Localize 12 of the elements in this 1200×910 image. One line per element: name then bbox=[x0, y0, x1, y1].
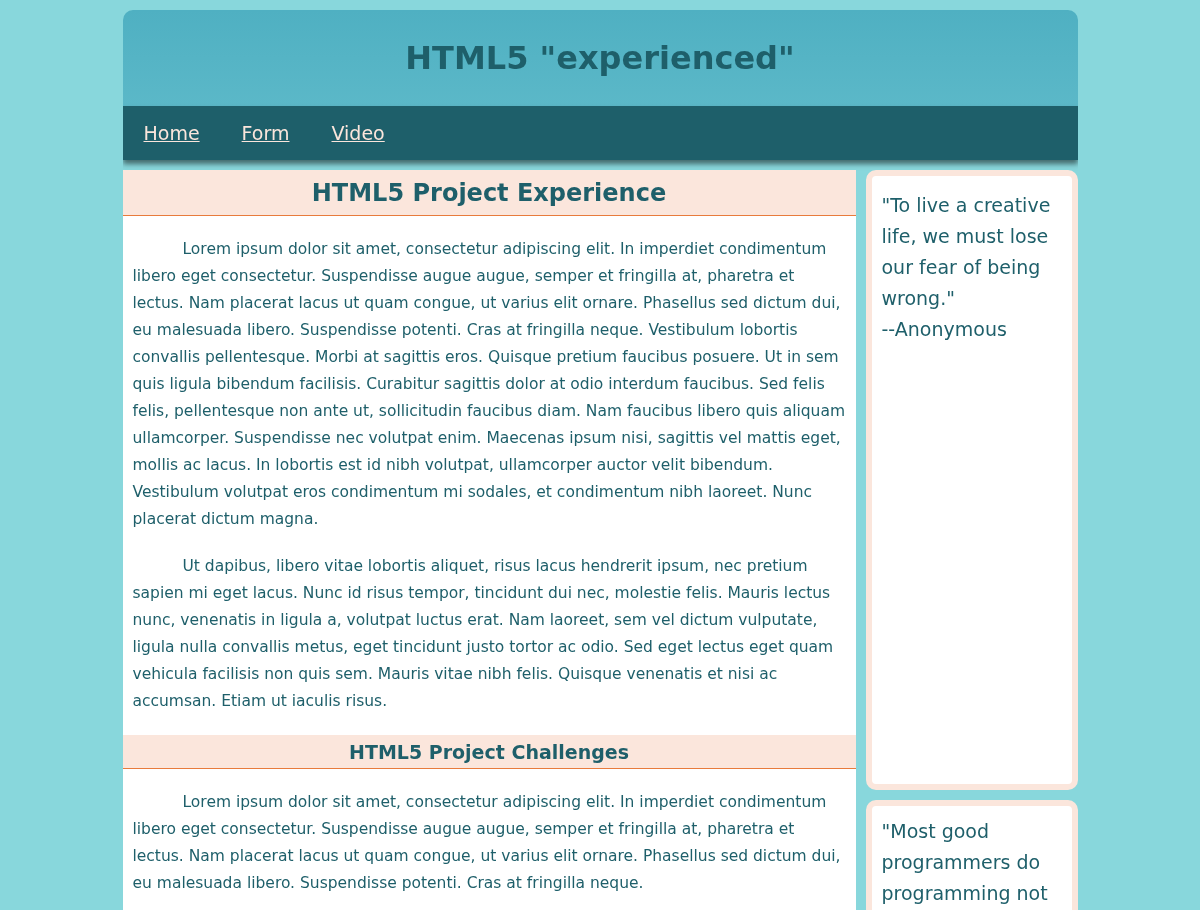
paragraph: Lorem ipsum dolor sit amet, consectetur adipiscing elit. In imperdiet condimentum libero eget consectetur. Suspendisse augue augue, semper et fringilla at, pharetra et lectus. Nam placerat lacus ut quam congue, ut varius elit ornare. Phasellus sed dictum dui, eu malesuada libero. Suspendisse potenti. Cras at fringilla neque. bbox=[131, 792, 842, 894]
nav-link[interactable]: Home bbox=[143, 122, 200, 144]
quote-author: --Anonymous bbox=[881, 317, 1008, 342]
paragraph: Ut dapibus, libero vitae lobortis aliquet, risus lacus hendrerit ipsum, nec pretium sapien mi eget lacus. Nunc id risus tempor, tincidunt dui nec, molestie felis. Mauris lectus nunc, venenatis in ligula a, volutpat luctus erat. Nam laoreet, sem vel dictum vulputate, ligula nulla convallis metus, eget tincidunt justo tortor ac odio. Sed eget lectus eget quam vehicula facilisis non quis sem. Mauris vitae nibh felis. Quisque venenatis et nisi ac accumsan. Etiam ut iaculis risus. bbox=[131, 556, 835, 712]
section-heading: HTML5 Project Challenges bbox=[122, 735, 856, 769]
nav-link[interactable]: Video bbox=[331, 122, 385, 144]
nav-link[interactable]: Form bbox=[241, 122, 290, 144]
site-title: HTML5 "experienced" bbox=[405, 39, 795, 77]
quote-text: "Most good programmers do programming not bbox=[881, 819, 1049, 906]
section-heading: HTML5 Project Experience bbox=[122, 170, 856, 216]
paragraph: Lorem ipsum dolor sit amet, consectetur adipiscing elit. In imperdiet condimentum libero eget consectetur. Suspendisse augue augue, semper et fringilla at, pharetra et lectus. Nam placerat lacus ut quam congue, ut varius elit ornare. Phasellus sed dictum dui, eu malesuada libero. Suspendisse potenti. Cras at fringilla neque. Vestibulum lobortis convallis pellentesque. Morbi at sagittis eros. Quisque pretium faucibus posuere. Ut in sem quis ligula bibendum facilisis. Curabitur sagittis dolor at odio interdum faucibus. Sed felis felis, pellentesque non ante ut, sollicitudin faucibus diam. Nam faucibus libero quis aliquam ullamcorper. Suspendisse nec volutpat enim. Maecenas ipsum nisi, sagittis vel mattis eget, mollis ac lacus. In lobortis est id nibh volutpat, ullamcorper auctor velit bibendum. Vestibulum volutpat eros condimentum mi sodales, et condimentum nibh laoreet. Nunc placerat dictum magna. bbox=[131, 239, 846, 530]
quote-text: "To live a creative life, we must lose our fear of being wrong." bbox=[881, 193, 1052, 311]
